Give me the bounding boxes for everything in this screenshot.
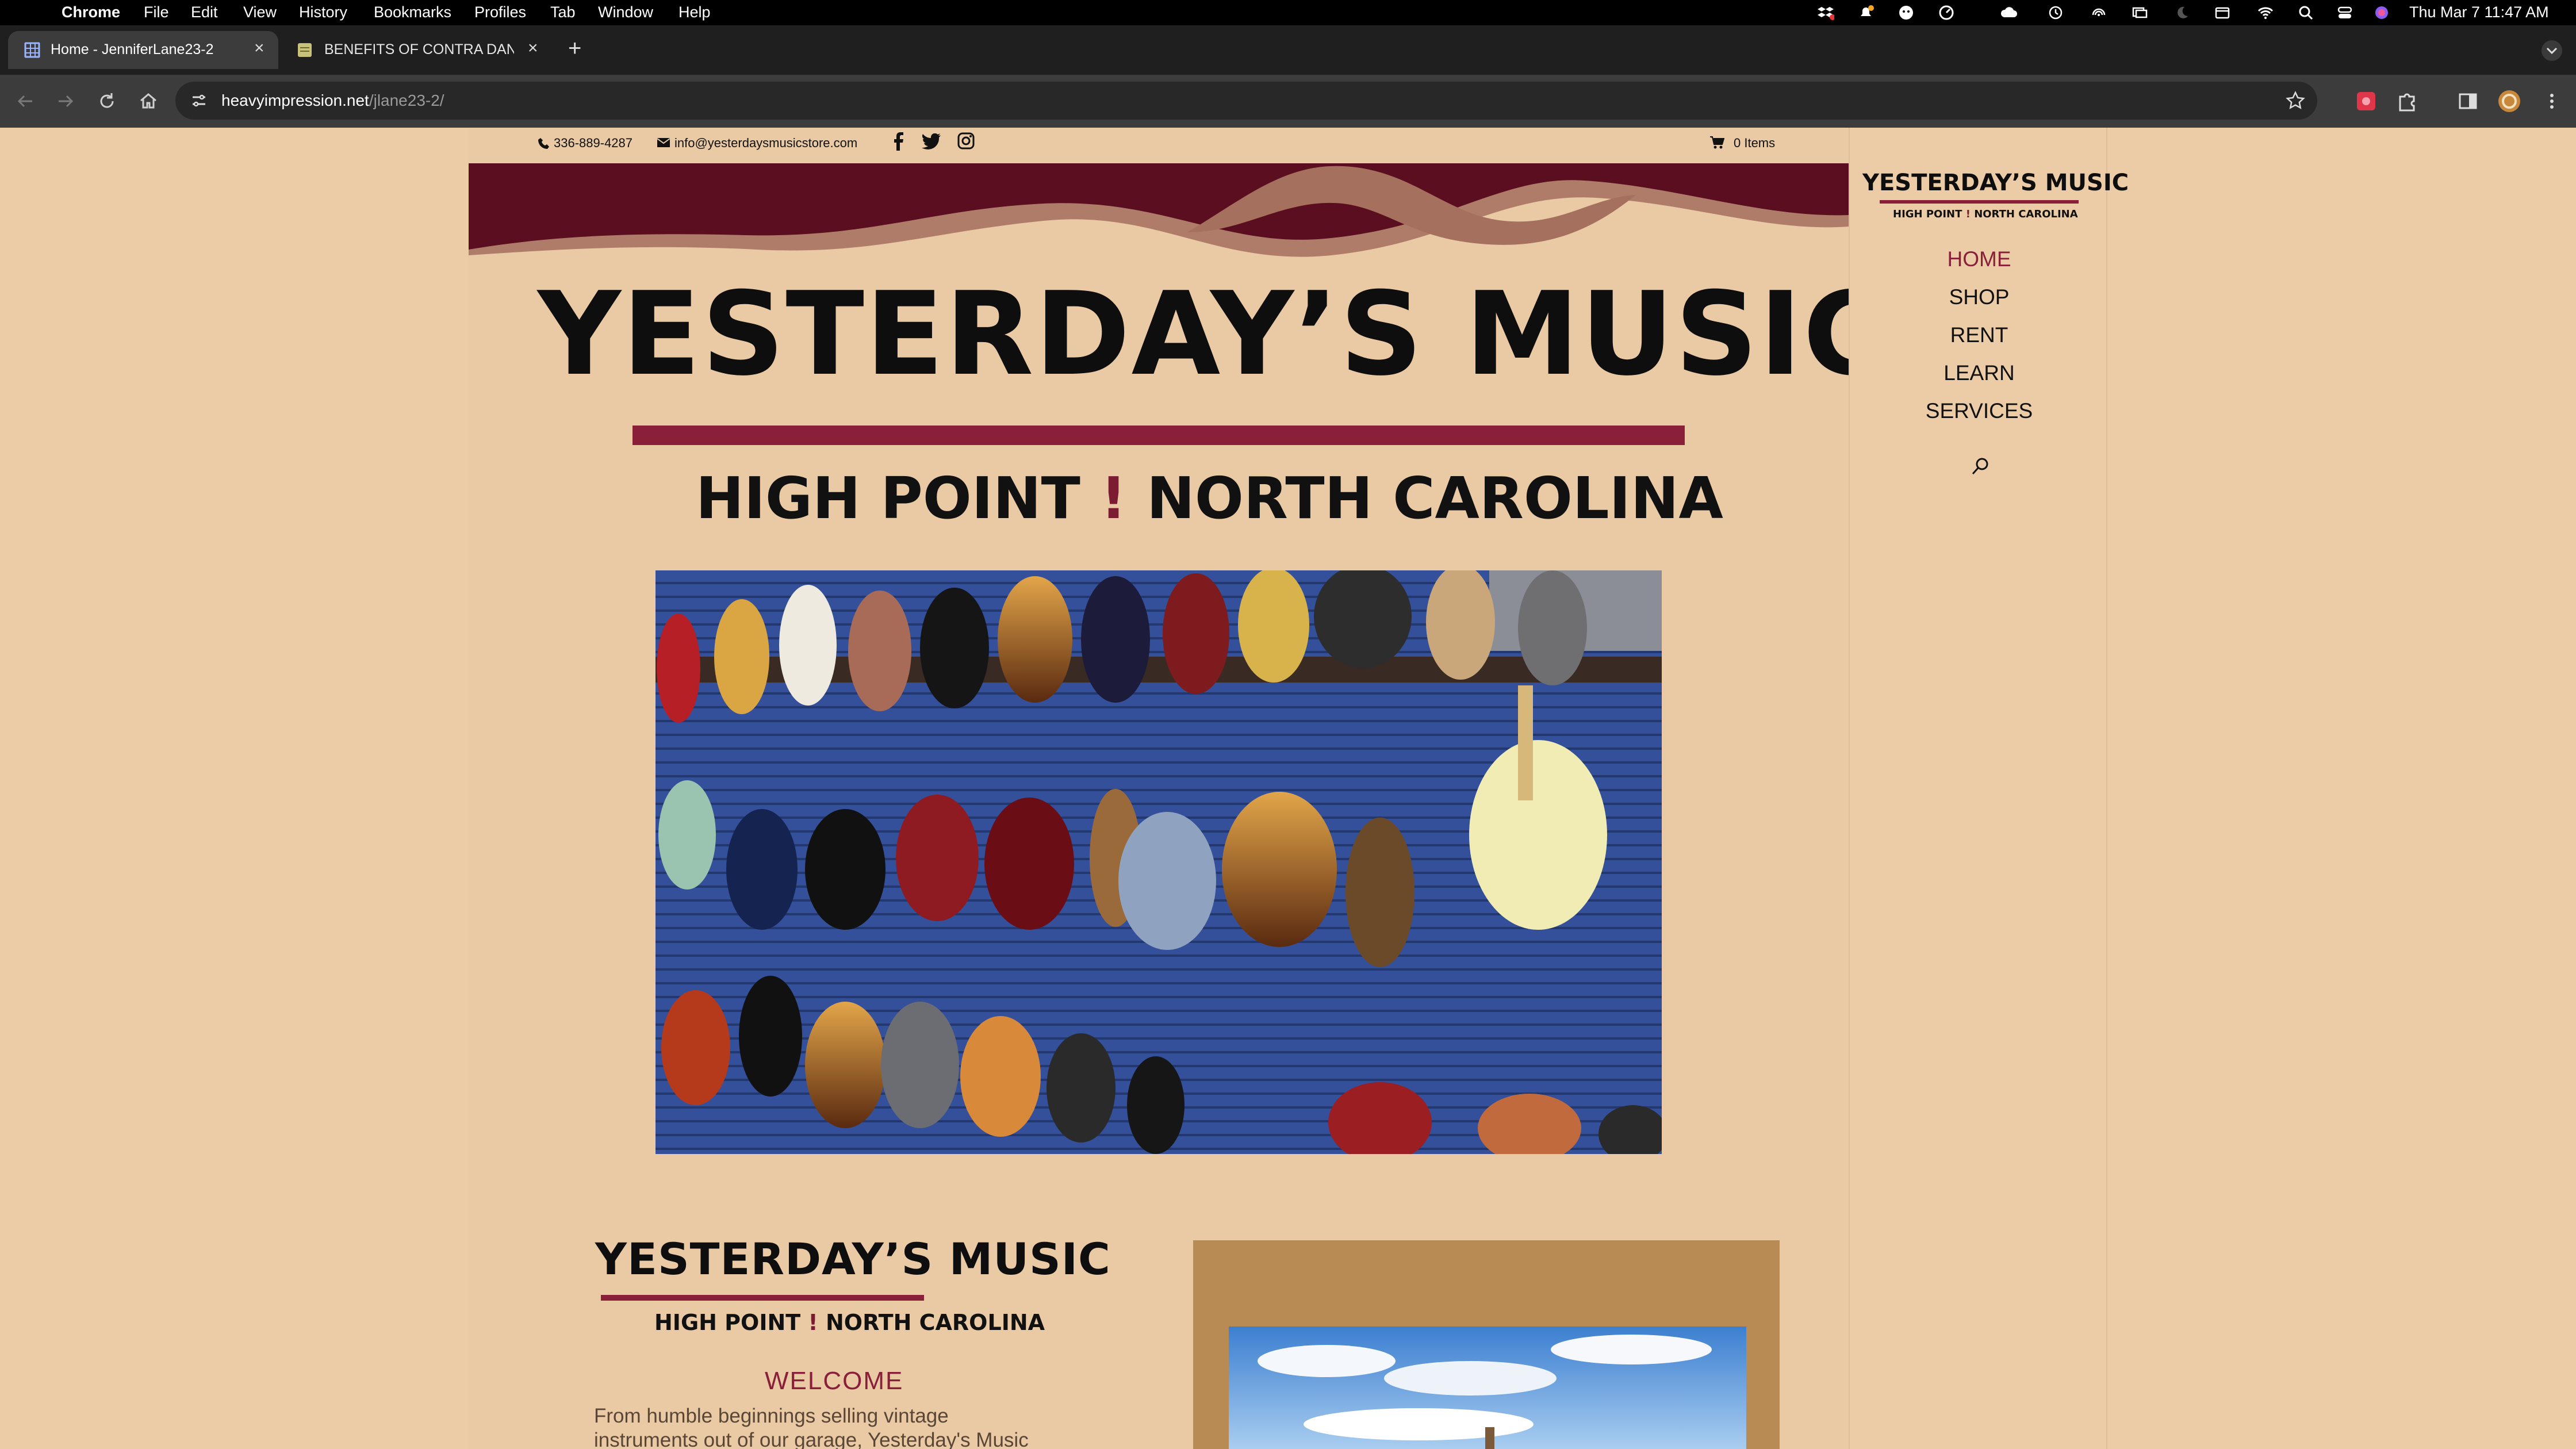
bookmark-star-icon[interactable] [2286, 91, 2305, 110]
side-panel-icon[interactable] [2456, 90, 2479, 113]
hero-subtitle: HIGH POINT ! NORTH CAROLINA [696, 467, 1723, 530]
phone-number[interactable]: 336-889-4287 [554, 136, 632, 151]
control-center-icon[interactable] [2336, 5, 2353, 21]
sidebar-sub-left: HIGH POINT [1893, 208, 1962, 220]
siri-icon[interactable] [2373, 5, 2390, 21]
menu-app-name[interactable]: Chrome [62, 3, 120, 21]
facebook-icon[interactable] [893, 132, 903, 151]
spotlight-search-icon[interactable] [2298, 5, 2315, 21]
menu-edit[interactable]: Edit [191, 3, 218, 21]
grid-favicon-icon [24, 42, 40, 58]
main-content: 336-889-4287 info@yesterdaysmusicstore.c… [469, 128, 1887, 1449]
cloud-icon[interactable] [2000, 5, 2017, 21]
welcome-sub-left: HIGH POINT [654, 1310, 801, 1335]
face-icon[interactable] [1897, 5, 1915, 21]
search-icon[interactable] [1971, 457, 1990, 476]
sidebar-logo-divider [1880, 200, 2079, 204]
guitar-wall-image [656, 570, 1662, 1154]
close-tab-icon[interactable]: × [528, 39, 538, 58]
sidebar-logo-title[interactable]: YESTERDAY’S MUSIC [1862, 170, 2129, 195]
sidebar-sub-right: NORTH CAROLINA [1974, 208, 2078, 220]
welcome-text: From humble beginnings selling vintage i… [594, 1404, 1029, 1449]
welcome-line-1: From humble beginnings selling vintage [594, 1405, 949, 1427]
nav-home[interactable]: HOME [1850, 247, 2109, 271]
doc-favicon-icon [298, 43, 312, 57]
email-icon [657, 138, 670, 147]
hero-divider [632, 425, 1685, 445]
tab-title: BENEFITS OF CONTRA DANC [324, 41, 514, 57]
home-icon[interactable] [138, 91, 159, 112]
forward-arrow-icon[interactable] [55, 91, 76, 112]
profile-avatar-icon[interactable] [2497, 89, 2522, 114]
site-info-icon[interactable] [190, 92, 208, 109]
tab-home[interactable]: Home - JenniferLane23-2 × [8, 31, 278, 69]
dropbox-icon[interactable] [1817, 5, 1834, 21]
address-bar[interactable]: heavyimpression.net/jlane23-2/ [175, 82, 2317, 120]
welcome-sub-right: NORTH CAROLINA [826, 1310, 1045, 1335]
welcome-divider [601, 1295, 924, 1301]
screen-mirror-icon[interactable] [2131, 5, 2148, 21]
hero-subtitle-left: HIGH POINT [696, 465, 1080, 532]
close-tab-icon[interactable]: × [254, 39, 264, 58]
reload-icon[interactable] [97, 91, 117, 112]
welcome-subtitle: HIGH POINT ! NORTH CAROLINA [654, 1310, 1045, 1335]
cart-items[interactable]: 0 Items [1734, 136, 1775, 151]
menu-history[interactable]: History [299, 3, 347, 21]
sidebar-bang: ! [1965, 208, 1971, 220]
speedometer-icon[interactable] [1938, 5, 1955, 21]
menu-view[interactable]: View [243, 3, 277, 21]
nav-rent[interactable]: RENT [1850, 323, 2109, 347]
sidebar: YESTERDAY’S MUSIC HIGH POINT ! NORTH CAR… [1849, 128, 2129, 1449]
feature-panel [1193, 1240, 1780, 1449]
web-page: 336-889-4287 info@yesterdaysmusicstore.c… [0, 128, 2576, 1449]
new-tab-icon[interactable]: + [568, 36, 581, 62]
time-machine-icon[interactable] [2047, 5, 2064, 21]
hero-subtitle-right: NORTH CAROLINA [1147, 465, 1723, 532]
cart-icon[interactable] [1709, 136, 1724, 150]
menu-bookmarks[interactable]: Bookmarks [374, 3, 451, 21]
calendar-icon[interactable] [2214, 5, 2231, 21]
tab-title: Home - JenniferLane23-2 [51, 41, 214, 57]
back-arrow-icon[interactable] [15, 91, 36, 112]
chrome-menu-icon[interactable] [2542, 91, 2562, 112]
hero-bang: ! [1100, 465, 1127, 532]
url-host: heavyimpression.net [221, 91, 369, 109]
wave-banner [469, 163, 1849, 257]
airdrop-icon[interactable] [2090, 5, 2107, 21]
moon-icon[interactable] [2174, 5, 2191, 21]
sidebar-logo-subtitle: HIGH POINT ! NORTH CAROLINA [1893, 208, 2078, 221]
instagram-icon[interactable] [957, 132, 975, 150]
menu-help[interactable]: Help [678, 3, 711, 21]
extensions-puzzle-icon[interactable] [2395, 90, 2418, 113]
sky-photo [1229, 1327, 1746, 1449]
nav-shop[interactable]: SHOP [1850, 285, 2109, 309]
notification-icon[interactable] [1857, 5, 1874, 21]
url-text: heavyimpression.net/jlane23-2/ [221, 91, 444, 110]
chrome-tab-strip: Home - JenniferLane23-2 × BENEFITS OF CO… [0, 25, 2576, 75]
email-address[interactable]: info@yesterdaysmusicstore.com [674, 136, 857, 151]
welcome-logo-title: YESTERDAY’S MUSIC [595, 1233, 1111, 1285]
chrome-toolbar: heavyimpression.net/jlane23-2/ [0, 75, 2576, 128]
tab-contra-dance[interactable]: BENEFITS OF CONTRA DANC × [288, 31, 558, 69]
wifi-icon[interactable] [2257, 5, 2274, 21]
tab-search-chevron-icon[interactable] [2540, 39, 2563, 62]
menu-file[interactable]: File [144, 3, 169, 21]
twitter-icon[interactable] [922, 133, 941, 150]
nav-services[interactable]: SERVICES [1850, 399, 2109, 423]
macos-menubar: Chrome File Edit View History Bookmarks … [0, 0, 2576, 25]
welcome-bang: ! [808, 1310, 818, 1335]
menu-window[interactable]: Window [598, 3, 653, 21]
hero-title: YESTERDAY’S MUSIC [538, 267, 1889, 401]
welcome-heading: WELCOME [765, 1367, 904, 1395]
extension-red-icon[interactable] [2355, 90, 2378, 113]
menubar-clock[interactable]: Thu Mar 7 11:47 AM [2409, 3, 2549, 21]
menu-tab[interactable]: Tab [550, 3, 576, 21]
nav-learn[interactable]: LEARN [1850, 361, 2109, 385]
url-path: /jlane23-2/ [369, 91, 444, 109]
phone-icon [538, 138, 549, 149]
menu-profiles[interactable]: Profiles [474, 3, 526, 21]
welcome-line-2: instruments out of our garage, Yesterday… [594, 1429, 1029, 1449]
